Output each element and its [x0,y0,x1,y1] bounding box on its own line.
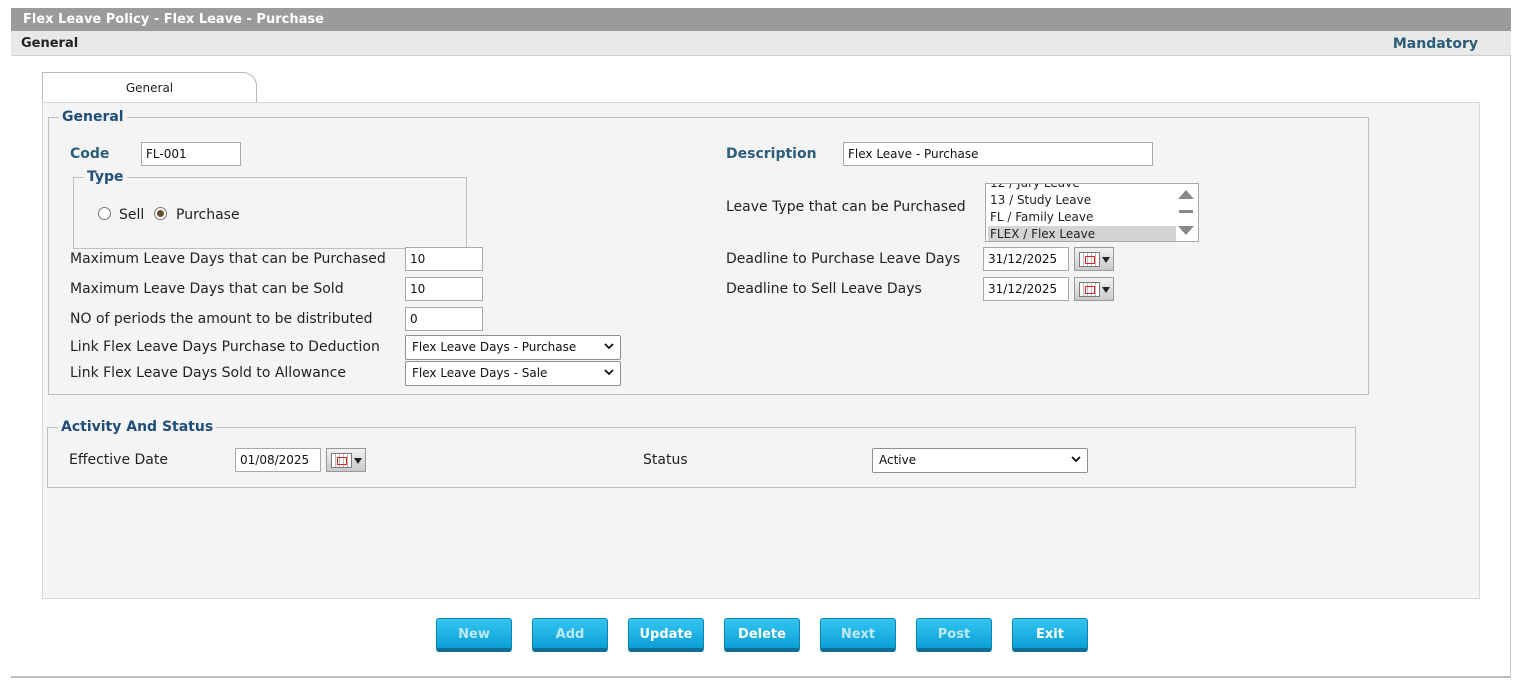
list-item[interactable]: 12 / Jury Leave [988,184,1176,192]
status-value: Active [879,453,917,467]
next-button[interactable]: Next [820,618,896,652]
description-input[interactable] [843,142,1153,166]
type-legend: Type [87,169,124,185]
activity-status-legend: Activity And Status [61,419,214,435]
post-button[interactable]: Post [916,618,992,652]
code-label: Code [70,146,110,162]
scroll-thumb[interactable] [1179,210,1193,213]
leave-type-label: Leave Type that can be Purchased [726,199,966,215]
listbox-scrollbar[interactable] [1178,190,1194,236]
leave-type-listbox[interactable]: 12 / Jury Leave 13 / Study Leave FL / Fa… [985,183,1199,242]
chevron-down-icon [604,369,614,376]
triangle-down-icon[interactable] [1178,226,1194,235]
tab-general[interactable]: General [42,72,257,103]
code-input[interactable] [141,142,241,166]
list-item[interactable]: FL / Family Leave [988,209,1176,226]
max-sold-input[interactable] [405,277,483,301]
purchase-radio[interactable] [154,207,167,220]
status-select[interactable]: Active [872,448,1088,473]
list-item[interactable]: 13 / Study Leave [988,192,1176,209]
add-button[interactable]: Add [532,618,608,652]
periods-input[interactable] [405,307,483,331]
effective-date-label: Effective Date [69,452,168,468]
window-title: Flex Leave Policy - Flex Leave - Purchas… [11,8,1511,31]
link-sold-label: Link Flex Leave Days Sold to Allowance [70,365,346,381]
effective-date-input[interactable] [235,448,321,472]
max-sold-label: Maximum Leave Days that can be Sold [70,281,344,297]
chevron-down-icon [604,343,614,350]
deadline-purchase-label: Deadline to Purchase Leave Days [726,251,961,267]
link-purchase-value: Flex Leave Days - Purchase [412,340,577,354]
deadline-sell-label: Deadline to Sell Leave Days [726,281,922,297]
status-label: Status [643,452,688,468]
periods-label: NO of periods the amount to be distribut… [70,311,373,327]
mandatory-link[interactable]: Mandatory [1393,36,1478,52]
calendar-icon[interactable] [326,448,366,472]
deadline-purchase-input[interactable] [983,247,1069,271]
calendar-icon[interactable] [1074,277,1114,301]
sell-radio[interactable] [98,207,111,220]
form-window: Flex Leave Policy - Flex Leave - Purchas… [11,8,1511,678]
section-title: General [21,36,79,51]
exit-button[interactable]: Exit [1012,618,1088,652]
max-purchase-label: Maximum Leave Days that can be Purchased [70,251,386,267]
link-sold-value: Flex Leave Days - Sale [412,366,548,380]
chevron-down-icon [1071,456,1081,463]
max-purchase-input[interactable] [405,247,483,271]
link-purchase-label: Link Flex Leave Days Purchase to Deducti… [70,339,380,355]
section-bar: General Mandatory [11,31,1511,56]
link-sold-select[interactable]: Flex Leave Days - Sale [405,361,621,386]
tab-panel-general: General Code Description Type Sell Purch… [42,102,1480,599]
calendar-icon[interactable] [1074,247,1114,271]
general-legend: General [62,109,124,125]
delete-button[interactable]: Delete [724,618,800,652]
sell-radio-label: Sell [119,207,145,223]
list-item-selected[interactable]: FLEX / Flex Leave [988,226,1176,241]
deadline-sell-input[interactable] [983,277,1069,301]
triangle-up-icon[interactable] [1178,190,1194,199]
new-button[interactable]: New [436,618,512,652]
description-label: Description [726,146,817,162]
update-button[interactable]: Update [628,618,704,652]
purchase-radio-label: Purchase [176,207,240,223]
link-purchase-select[interactable]: Flex Leave Days - Purchase [405,335,621,360]
